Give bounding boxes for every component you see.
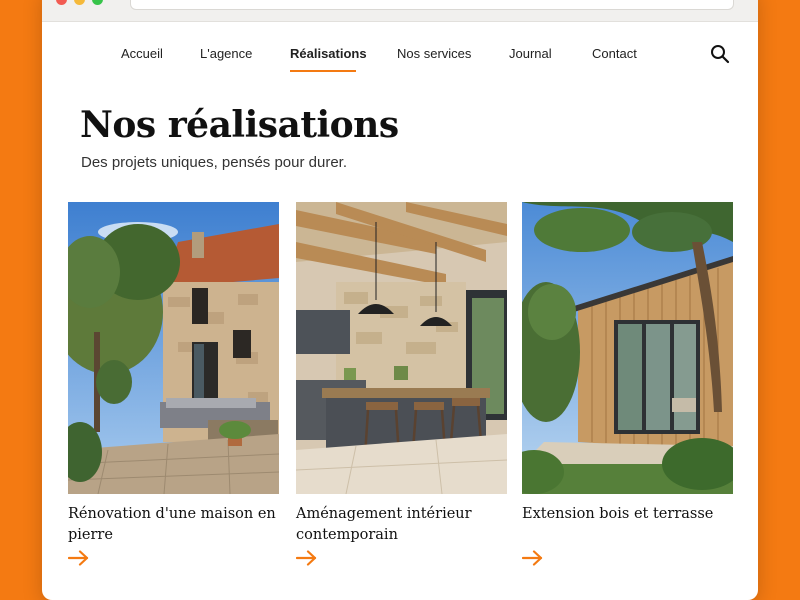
minimize-window-button[interactable] (74, 0, 85, 5)
project-title-wood-extension[interactable]: Extension bois et terrasse (522, 504, 733, 525)
nav-item-agence[interactable]: L'agence (200, 46, 252, 61)
project-image-wood-extension[interactable] (522, 202, 733, 494)
search-icon[interactable] (710, 44, 730, 64)
nav-item-realisations[interactable]: Réalisations (290, 46, 367, 61)
nav-item-contact[interactable]: Contact (592, 46, 637, 61)
page-subtitle: Des projets uniques, pensés pour durer. (81, 154, 347, 171)
nav-item-accueil[interactable]: Accueil (121, 46, 163, 61)
arrow-right-icon[interactable] (68, 550, 90, 566)
browser-window: Accueil L'agence Réalisations Nos servic… (42, 0, 758, 600)
project-image-kitchen[interactable] (296, 202, 507, 494)
main-navigation: Accueil L'agence Réalisations Nos servic… (42, 40, 758, 80)
page-title: Nos réalisations (80, 104, 399, 146)
project-card-stone-house[interactable]: Rénovation d'une maison en pierre (68, 202, 279, 572)
arrow-right-icon[interactable] (522, 550, 544, 566)
browser-titlebar (42, 0, 758, 22)
project-card-wood-extension[interactable]: Extension bois et terrasse (522, 202, 733, 572)
project-title-kitchen[interactable]: Aménagement intérieur contemporain (296, 504, 507, 546)
nav-item-journal[interactable]: Journal (509, 46, 552, 61)
project-title-stone-house[interactable]: Rénovation d'une maison en pierre (68, 504, 279, 546)
project-card-kitchen[interactable]: Aménagement intérieur contemporain (296, 202, 507, 572)
arrow-right-icon[interactable] (296, 550, 318, 566)
close-window-button[interactable] (56, 0, 67, 5)
project-image-stone-house[interactable] (68, 202, 279, 494)
nav-item-services[interactable]: Nos services (397, 46, 471, 61)
maximize-window-button[interactable] (92, 0, 103, 5)
active-nav-indicator (290, 70, 356, 72)
address-bar[interactable] (130, 0, 734, 10)
